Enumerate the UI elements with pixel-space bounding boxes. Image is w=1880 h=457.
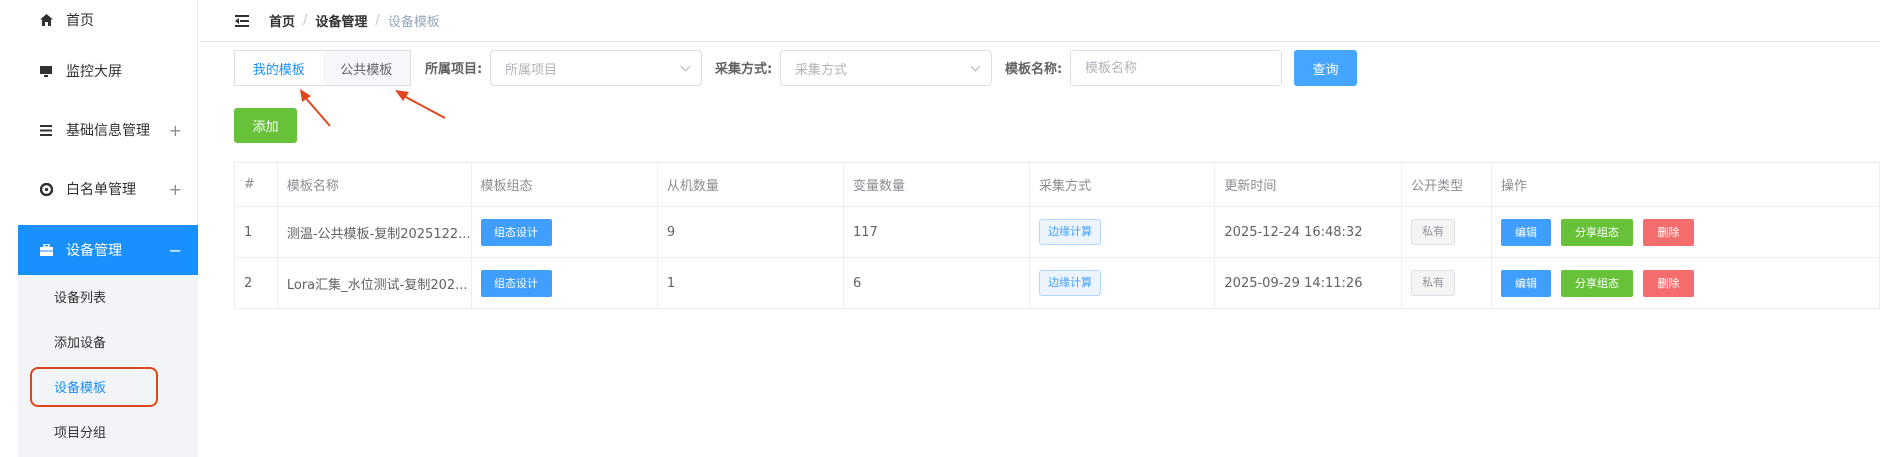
delete-button[interactable]: 删除 xyxy=(1642,269,1694,297)
design-button[interactable]: 组态设计 xyxy=(480,269,552,297)
project-select[interactable]: 所属项目 xyxy=(490,50,702,86)
public-type-cell: 私有 xyxy=(1401,257,1492,309)
design-cell: 组态设计 xyxy=(471,206,658,258)
collect-method-select[interactable]: 采集方式 xyxy=(780,50,992,86)
expand-icon[interactable]: + xyxy=(169,180,182,199)
column-header: # xyxy=(234,162,278,207)
edit-button[interactable]: 编辑 xyxy=(1500,218,1551,246)
column-header: 从机数量 xyxy=(657,162,844,207)
collect-method-cell: 边缘计算 xyxy=(1029,206,1216,258)
design-cell: 组态设计 xyxy=(471,257,658,309)
app-root: 首页 监控大屏 基础信息管理 + 白名单管理 + 设备管理 − 设备列表 添加设… xyxy=(0,0,1880,457)
submenu-item-device-template[interactable]: 设备模板 xyxy=(54,377,106,396)
breadcrumb: 首页 / 设备管理 / 设备模板 xyxy=(269,11,440,30)
whitelist-icon xyxy=(36,182,56,196)
breadcrumb-separator: / xyxy=(375,13,380,28)
briefcase-icon xyxy=(36,244,56,256)
edit-button[interactable]: 编辑 xyxy=(1500,269,1551,297)
sidebar: 首页 监控大屏 基础信息管理 + 白名单管理 + 设备管理 − 设备列表 添加设… xyxy=(0,0,198,457)
table-row: 2 Lora汇集_水位测试-复制202... 组态设计 1 6 边缘计算 202… xyxy=(234,257,1880,309)
project-select-placeholder: 所属项目 xyxy=(505,62,558,78)
add-button[interactable]: 添加 xyxy=(234,108,297,143)
tab-my-templates[interactable]: 我的模板 xyxy=(235,51,323,85)
column-header: 模板名称 xyxy=(277,162,472,207)
template-tabs: 我的模板 公共模板 xyxy=(234,50,411,86)
design-button[interactable]: 组态设计 xyxy=(480,218,552,246)
query-button[interactable]: 查询 xyxy=(1294,50,1357,86)
breadcrumb-separator: / xyxy=(303,13,308,28)
public-type-tag: 私有 xyxy=(1411,219,1456,245)
submenu-item-device-list[interactable]: 设备列表 xyxy=(54,287,106,306)
collect-filter-label: 采集方式: xyxy=(715,62,773,77)
operations-cell: 编辑 分享组态 删除 xyxy=(1491,206,1880,258)
row-index: 1 xyxy=(234,206,278,258)
breadcrumb-device-management[interactable]: 设备管理 xyxy=(315,11,367,30)
sidebar-item-device-management[interactable]: 设备管理 − xyxy=(18,225,198,275)
column-header: 变量数量 xyxy=(843,162,1031,207)
slave-count-cell: 1 xyxy=(657,257,844,309)
row-index: 2 xyxy=(234,257,278,309)
home-icon xyxy=(36,14,56,26)
table-row: 1 测温-公共模板-复制2025122... 组态设计 9 117 边缘计算 2… xyxy=(234,206,1880,258)
column-header: 更新时间 xyxy=(1214,162,1403,207)
submenu-item-add-device[interactable]: 添加设备 xyxy=(54,332,106,351)
public-type-cell: 私有 xyxy=(1401,206,1492,258)
template-name-input[interactable] xyxy=(1070,50,1282,86)
collapse-icon[interactable]: − xyxy=(169,241,182,260)
share-design-button[interactable]: 分享组态 xyxy=(1560,269,1633,297)
annotation-arrow-public-templates xyxy=(395,90,446,119)
sidebar-item-label: 监控大屏 xyxy=(66,64,122,80)
updated-time-cell: 2025-12-24 16:48:32 xyxy=(1214,206,1403,258)
template-name-cell: Lora汇集_水位测试-复制202... xyxy=(277,257,472,309)
sidebar-item-basic-info[interactable]: 基础信息管理 + xyxy=(18,110,198,150)
annotation-arrow-my-templates xyxy=(300,89,331,127)
project-filter-label: 所属项目: xyxy=(425,62,483,77)
sidebar-item-monitor[interactable]: 监控大屏 xyxy=(18,51,198,91)
slave-count-cell: 9 xyxy=(657,206,844,258)
collect-method-tag: 边缘计算 xyxy=(1039,270,1102,296)
template-table: # 模板名称 模板组态 从机数量 变量数量 采集方式 更新时间 公开类型 操作 … xyxy=(234,162,1880,309)
sidebar-item-label: 基础信息管理 xyxy=(66,123,150,139)
tab-public-templates[interactable]: 公共模板 xyxy=(323,51,411,85)
variable-count-cell: 117 xyxy=(843,206,1031,258)
top-bar: 首页 / 设备管理 / 设备模板 xyxy=(199,0,1880,42)
column-header: 操作 xyxy=(1491,162,1880,207)
variable-count-cell: 6 xyxy=(843,257,1031,309)
collect-method-tag: 边缘计算 xyxy=(1039,219,1102,245)
sidebar-item-label: 白名单管理 xyxy=(66,182,136,198)
breadcrumb-home[interactable]: 首页 xyxy=(269,11,295,30)
hamburger-fold-icon[interactable] xyxy=(235,14,249,27)
collect-method-cell: 边缘计算 xyxy=(1029,257,1216,309)
chevron-down-icon xyxy=(680,61,691,72)
sidebar-item-whitelist[interactable]: 白名单管理 + xyxy=(18,169,198,209)
chevron-down-icon xyxy=(970,61,981,72)
expand-icon[interactable]: + xyxy=(169,121,182,140)
column-header: 公开类型 xyxy=(1401,162,1492,207)
monitor-icon xyxy=(36,65,56,77)
name-filter-label: 模板名称: xyxy=(1005,62,1063,77)
operations-cell: 编辑 分享组态 删除 xyxy=(1491,257,1880,309)
sidebar-item-label: 设备管理 xyxy=(66,243,122,259)
sidebar-item-label: 首页 xyxy=(66,13,94,29)
column-header: 模板组态 xyxy=(471,162,658,207)
submenu-item-project-group[interactable]: 项目分组 xyxy=(54,422,106,441)
collect-select-placeholder: 采集方式 xyxy=(795,62,848,78)
breadcrumb-current: 设备模板 xyxy=(387,15,440,30)
device-submenu: 设备列表 添加设备 设备模板 项目分组 xyxy=(18,275,198,457)
column-header: 采集方式 xyxy=(1029,162,1216,207)
share-design-button[interactable]: 分享组态 xyxy=(1560,218,1633,246)
template-name-cell: 测温-公共模板-复制2025122... xyxy=(277,206,472,258)
sidebar-item-home[interactable]: 首页 xyxy=(18,0,198,40)
delete-button[interactable]: 删除 xyxy=(1642,218,1694,246)
table-header-row: # 模板名称 模板组态 从机数量 变量数量 采集方式 更新时间 公开类型 操作 xyxy=(234,162,1880,207)
updated-time-cell: 2025-09-29 14:11:26 xyxy=(1214,257,1403,309)
list-icon xyxy=(36,124,56,136)
public-type-tag: 私有 xyxy=(1411,270,1456,296)
